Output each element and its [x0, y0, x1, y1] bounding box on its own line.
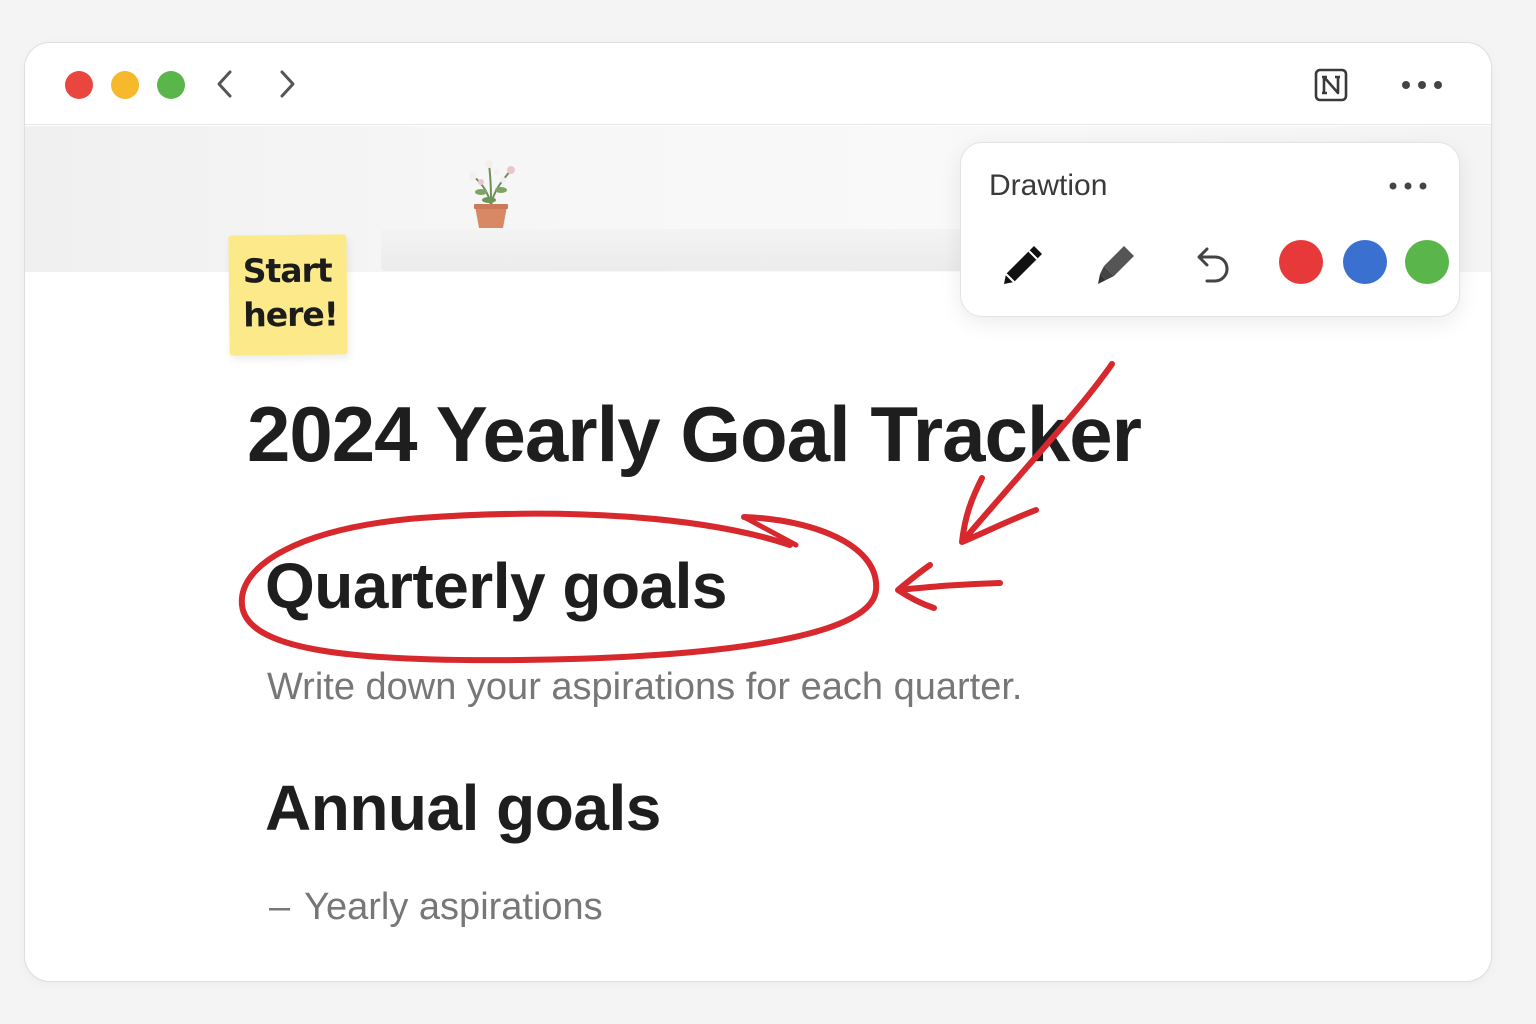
zoom-window-button[interactable]	[157, 71, 185, 99]
cover-shelf	[381, 229, 1001, 271]
more-options-button[interactable]	[1399, 69, 1445, 101]
palette-more-button[interactable]	[1381, 171, 1435, 201]
page-title[interactable]: 2024 Yearly Goal Tracker	[247, 389, 1142, 480]
notion-button[interactable]	[1313, 67, 1349, 103]
close-window-button[interactable]	[65, 71, 93, 99]
drawing-palette: Drawtion	[960, 142, 1460, 317]
minimize-window-button[interactable]	[111, 71, 139, 99]
potted-plant-image	[469, 160, 515, 228]
marker-tool-button[interactable]	[1087, 237, 1143, 293]
more-horizontal-icon	[1389, 182, 1427, 190]
sticky-note-line-2: here!	[243, 294, 338, 335]
chevron-left-icon	[217, 70, 232, 98]
color-swatch-green[interactable]	[1405, 240, 1449, 284]
sticky-note[interactable]: Start here!	[228, 234, 348, 356]
back-button[interactable]	[207, 65, 243, 103]
bullet-dash: –	[269, 886, 291, 928]
marker-icon	[1098, 246, 1134, 284]
pen-icon	[1004, 246, 1042, 284]
sticky-note-line-1: Start	[242, 250, 332, 291]
quarterly-goals-heading[interactable]: Quarterly goals	[265, 549, 728, 623]
palette-title: Drawtion	[989, 169, 1108, 202]
annual-goals-bullet-item[interactable]: – Yearly aspirations	[269, 886, 603, 929]
undo-button[interactable]	[1183, 237, 1239, 293]
annual-goals-heading[interactable]: Annual goals	[265, 771, 661, 845]
notion-logo-icon	[1314, 68, 1348, 102]
pen-tool-button[interactable]	[993, 237, 1049, 293]
chevron-right-icon	[280, 70, 295, 98]
color-swatch-red[interactable]	[1279, 240, 1323, 284]
forward-button[interactable]	[269, 65, 305, 103]
more-horizontal-icon	[1402, 81, 1442, 89]
undo-icon	[1197, 247, 1229, 283]
quarterly-goals-description[interactable]: Write down your aspirations for each qua…	[267, 666, 1022, 709]
bullet-text: Yearly aspirations	[304, 886, 603, 928]
color-swatch-blue[interactable]	[1343, 240, 1387, 284]
title-bar	[25, 43, 1491, 125]
